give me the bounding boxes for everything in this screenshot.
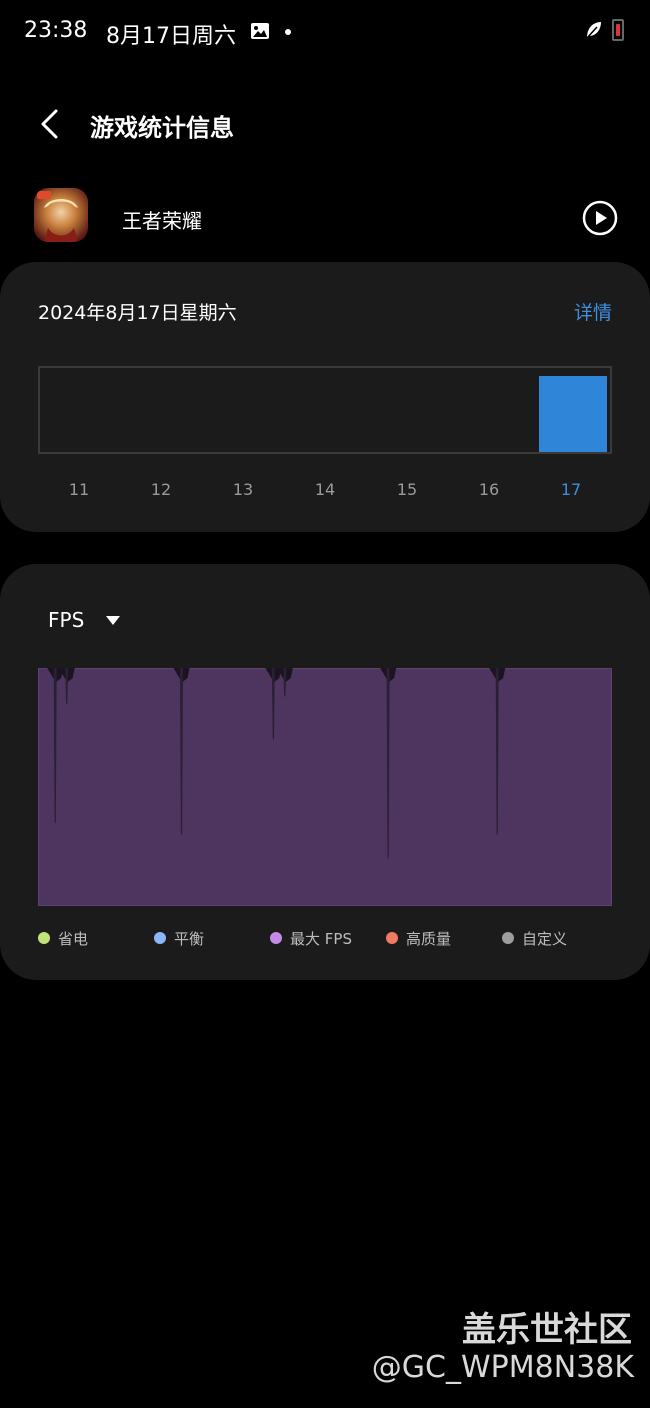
details-link[interactable]: 详情 [574, 298, 612, 325]
watermark-title: 盖乐世社区 [462, 1310, 632, 1350]
daily-usage-chart [38, 366, 612, 454]
image-icon [251, 23, 269, 39]
legend-label: 省电 [58, 930, 89, 948]
usage-date: 2024年8月17日星期六 [38, 302, 237, 324]
legend-label: 高质量 [406, 930, 452, 948]
page-title: 游戏统计信息 [90, 114, 234, 142]
usage-bar-17 [539, 376, 607, 452]
metric-dropdown[interactable]: FPS [48, 608, 120, 636]
day-axis-labels: 11 12 13 14 15 16 17 [38, 480, 612, 504]
status-date: 8月17日周六 [106, 24, 236, 49]
day-label-12[interactable]: 12 [141, 480, 181, 499]
header: 游戏统计信息 [0, 90, 650, 160]
usage-card: 2024年8月17日星期六 详情 11 12 13 14 15 16 17 [0, 262, 650, 532]
status-time: 23:38 [24, 18, 88, 43]
caret-down-icon [106, 616, 120, 625]
day-label-17[interactable]: 17 [551, 480, 591, 499]
legend-label: 自定义 [522, 930, 568, 948]
fps-chart [38, 668, 612, 906]
status-bar: 23:38 8月17日周六 [0, 0, 650, 62]
legend-label: 最大 FPS [290, 930, 352, 948]
legend-label: 平衡 [174, 930, 205, 948]
notification-dot [285, 29, 291, 35]
legend-dot [270, 932, 282, 944]
legend-dot [154, 932, 166, 944]
metric-label: FPS [48, 608, 85, 632]
day-label-11[interactable]: 11 [59, 480, 99, 499]
legend-dot [502, 932, 514, 944]
day-label-15[interactable]: 15 [387, 480, 427, 499]
game-row: 王者荣耀 [0, 188, 650, 248]
watermark-handle: @GC_WPM8N38K [371, 1350, 634, 1385]
mode-legend: 省电 平衡 最大 FPS 高质量 自定义 [38, 926, 628, 950]
game-name: 王者荣耀 [122, 209, 202, 233]
play-circle-icon[interactable] [582, 200, 618, 236]
day-label-13[interactable]: 13 [223, 480, 263, 499]
chevron-left-icon[interactable] [34, 106, 70, 142]
battery-low-icon [612, 19, 624, 41]
legend-dot [386, 932, 398, 944]
fps-card: FPS 省电 平衡 最大 FPS 高质量 自定义 [0, 564, 650, 980]
leaf-icon [586, 22, 601, 39]
day-label-14[interactable]: 14 [305, 480, 345, 499]
legend-dot [38, 932, 50, 944]
fps-area [38, 668, 612, 906]
day-label-16[interactable]: 16 [469, 480, 509, 499]
game-app-icon [34, 188, 88, 242]
